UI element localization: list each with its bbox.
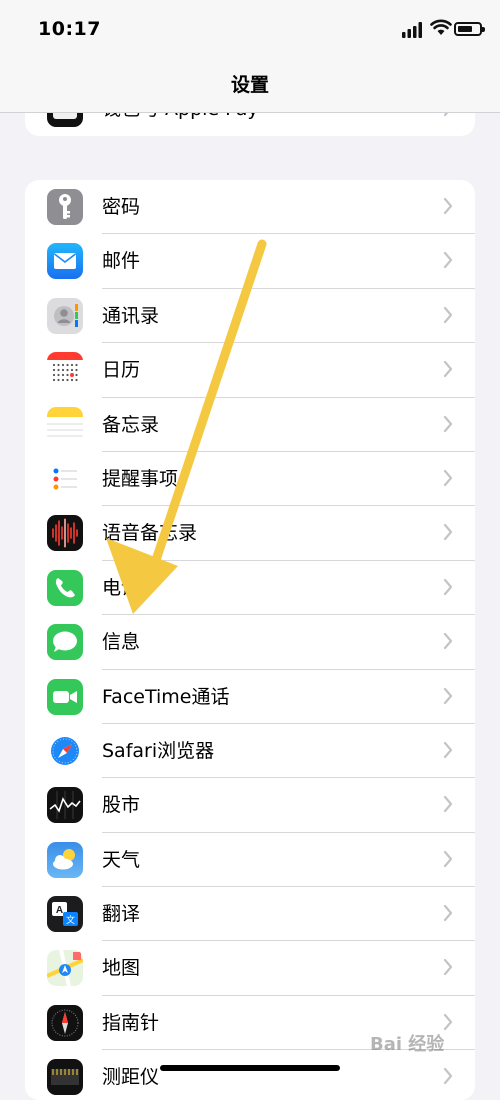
chevron-right-icon (443, 469, 453, 487)
chevron-right-icon (443, 524, 453, 541)
settings-row-label: FaceTime通话 (102, 685, 230, 708)
settings-row-label: 备忘录 (102, 413, 160, 436)
chevron-right-icon (443, 633, 453, 650)
settings-row-label: 信息 (102, 631, 141, 654)
settings-row-label: 地图 (102, 957, 141, 980)
stocks-icon (47, 787, 83, 824)
mail-icon (47, 243, 83, 280)
chevron-right-icon (443, 1068, 453, 1085)
settings-row[interactable]: 股市 (25, 778, 475, 833)
battery-icon (454, 22, 485, 36)
chevron-right-icon (443, 687, 453, 704)
settings-row-label: Safari浏览器 (102, 739, 215, 762)
chevron-right-icon (443, 959, 453, 976)
measure-icon (47, 1059, 83, 1096)
phone-icon (47, 569, 83, 606)
chevron-right-icon (443, 578, 453, 595)
settings-row-label: 股市 (102, 794, 141, 817)
settings-row[interactable]: 信息 (25, 615, 475, 670)
chevron-right-icon (443, 252, 453, 269)
wifi-icon (430, 19, 452, 35)
settings-row-label: 日历 (102, 359, 141, 382)
status-bar: 10:17 (0, 0, 500, 60)
compass-icon (47, 1004, 83, 1041)
calendar-icon (47, 352, 83, 389)
page-title: 设置 (230, 74, 269, 96)
key-icon (47, 189, 83, 225)
settings-row-label: 密码 (102, 196, 141, 218)
settings-row-label: 通讯录 (102, 304, 160, 327)
settings-row[interactable]: 日历 (25, 343, 475, 398)
safari-icon (47, 732, 83, 769)
weather-icon (47, 841, 83, 878)
settings-row[interactable]: A 文翻译 (25, 887, 475, 942)
chevron-right-icon (443, 741, 453, 759)
chevron-right-icon (443, 904, 453, 922)
chevron-right-icon (443, 361, 453, 378)
reminders-icon (47, 460, 83, 497)
settings-row-label: 提醒事项 (102, 467, 179, 490)
chevron-right-icon (443, 415, 453, 432)
settings-row[interactable]: Safari浏览器 (25, 724, 475, 779)
contacts-icon (47, 297, 83, 334)
settings-row[interactable]: 语音备忘录 (25, 506, 475, 561)
voice-memos-icon (47, 515, 83, 552)
notes-icon (47, 406, 83, 443)
settings-row[interactable]: 邮件 (25, 234, 475, 289)
settings-row[interactable]: 地图 (25, 941, 475, 996)
chevron-right-icon (443, 306, 453, 323)
chevron-right-icon (443, 197, 453, 215)
svg-text:文: 文 (66, 914, 75, 925)
chevron-right-icon (443, 1013, 453, 1030)
facetime-icon (47, 678, 83, 715)
settings-row[interactable]: 测距仪 (25, 1050, 475, 1100)
messages-icon (47, 624, 83, 661)
settings-row-label: 测距仪 (102, 1066, 160, 1089)
navigation-bar: 设置 (0, 60, 500, 113)
apps-settings-group: 密码邮件通讯录日历备忘录提醒事项语音备忘录电话信息 FaceTime通话 Safar… (25, 180, 475, 1100)
settings-row-label: 电话 (102, 576, 141, 599)
settings-row[interactable]: 通讯录 (25, 289, 475, 344)
settings-row-label: 语音备忘录 (102, 522, 198, 545)
settings-row[interactable]: FaceTime通话 (25, 670, 475, 724)
settings-row-label: 指南针 (102, 1011, 160, 1034)
cellular-signal-icon (402, 22, 422, 38)
settings-row-label: 邮件 (102, 250, 141, 273)
maps-icon (47, 950, 83, 987)
status-time: 10:17 (38, 18, 101, 40)
translate-icon: A文 (47, 896, 83, 933)
settings-row[interactable]: 密码 (25, 180, 475, 235)
svg-text:A: A (56, 905, 63, 916)
watermark-text: Bai 经验 (370, 1034, 445, 1055)
settings-row[interactable]: 电话 (25, 561, 475, 616)
settings-row[interactable]: 提醒事项 (25, 452, 475, 507)
settings-row-label: 天气 (102, 848, 141, 871)
settings-row-label: 翻译 (102, 903, 141, 926)
chevron-right-icon (443, 850, 453, 867)
chevron-right-icon (443, 796, 453, 813)
home-indicator[interactable] (160, 1065, 340, 1071)
settings-row[interactable]: 备忘录 (25, 398, 475, 452)
settings-row[interactable]: 天气 (25, 833, 475, 888)
